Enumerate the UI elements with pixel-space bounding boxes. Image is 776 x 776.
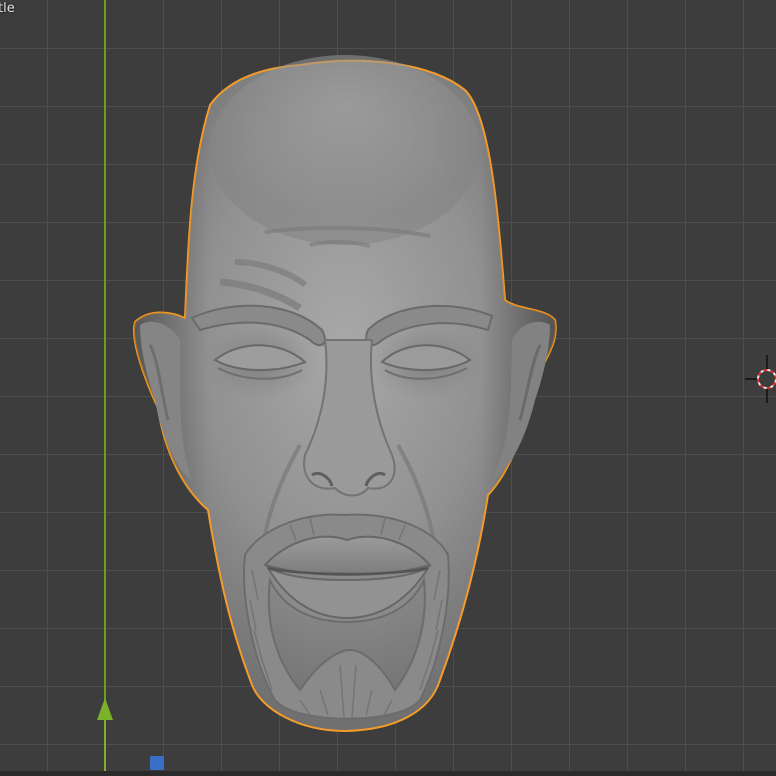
- 3d-viewport[interactable]: tle: [0, 0, 776, 776]
- x-axis-handle[interactable]: [150, 756, 164, 770]
- viewport-bottom-edge: [0, 771, 776, 776]
- y-axis-arrow-icon[interactable]: [97, 698, 113, 776]
- viewport-title-label: tle: [0, 1, 15, 16]
- sculpted-head-model[interactable]: [0, 0, 776, 776]
- 3d-cursor-icon[interactable]: [745, 355, 776, 403]
